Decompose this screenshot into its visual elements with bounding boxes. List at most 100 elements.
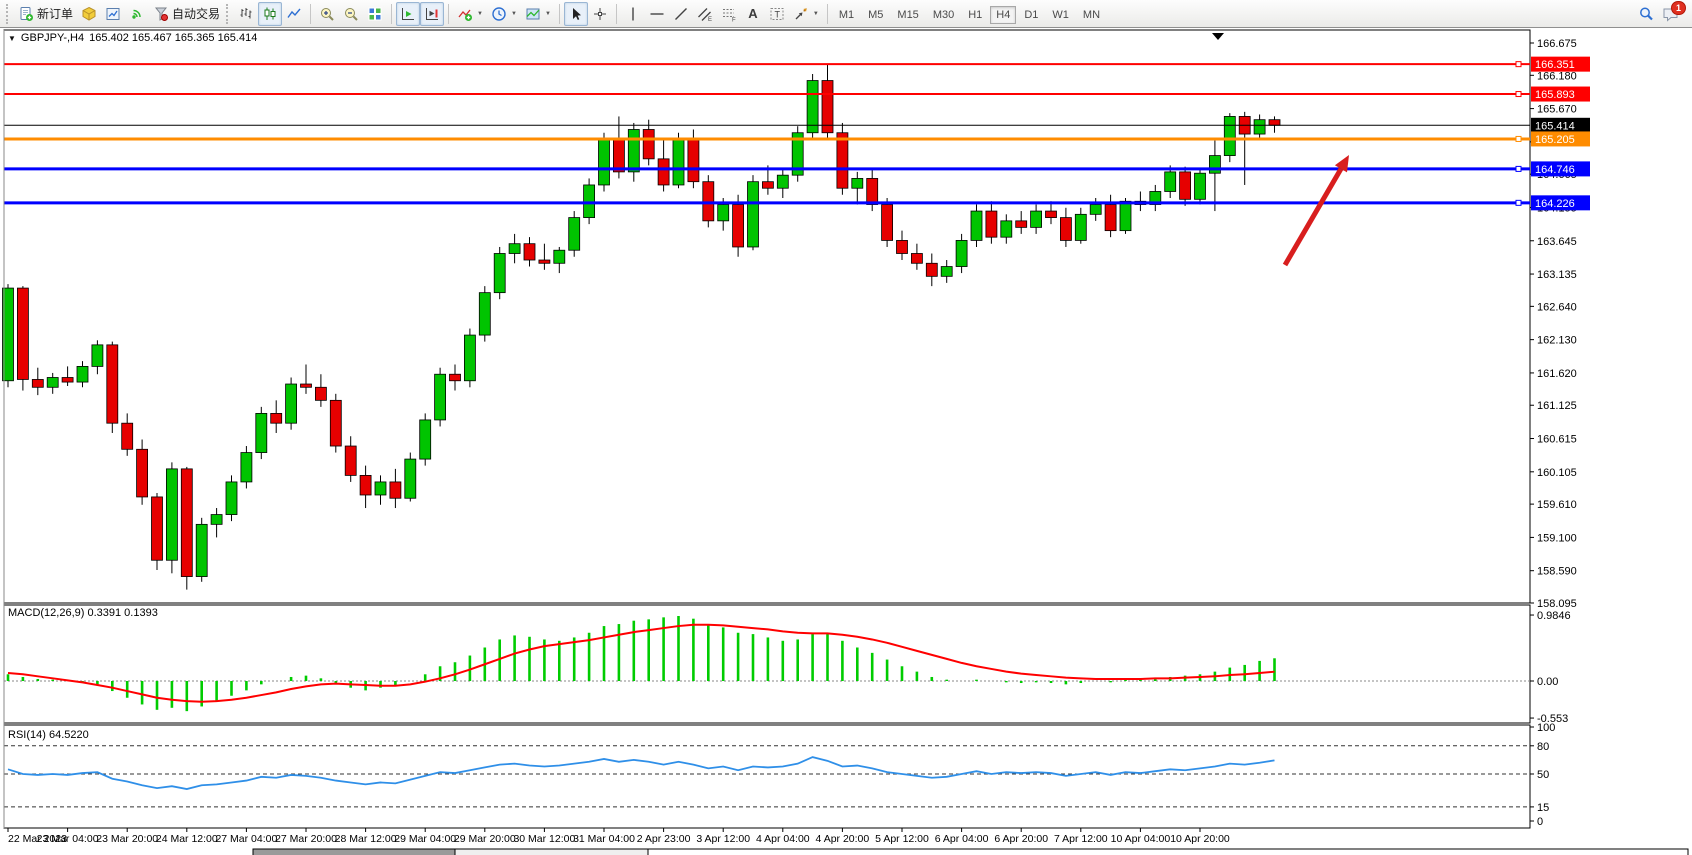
- timeframe-h4-button[interactable]: H4: [990, 6, 1016, 24]
- chart-shift-button[interactable]: [420, 2, 444, 26]
- rsi-indicator-label: RSI(14) 64.5220: [8, 729, 89, 741]
- price-line-badge-label: 164.226: [1535, 198, 1575, 210]
- toolbar-separator: [310, 4, 311, 24]
- line-chart-icon: [286, 6, 302, 22]
- timeframe-m15-button[interactable]: M15: [891, 6, 924, 24]
- zoom-in-button[interactable]: [315, 2, 339, 26]
- new-order-button[interactable]: 新订单: [14, 2, 77, 26]
- price-tick-label: 158.095: [1537, 598, 1577, 610]
- cursor-tool-button[interactable]: [564, 2, 588, 26]
- bar-chart-icon: [238, 6, 254, 22]
- time-axis-label: 30 Mar 12:00: [513, 833, 575, 845]
- time-axis-label: 6 Apr 04:00: [935, 833, 989, 845]
- time-axis-label: 4 Apr 04:00: [756, 833, 810, 845]
- zoom-out-button[interactable]: [339, 2, 363, 26]
- new-order-label: 新订单: [37, 5, 73, 22]
- timeframe-m1-button[interactable]: M1: [833, 6, 860, 24]
- timeframe-d1-button[interactable]: D1: [1018, 6, 1044, 24]
- chart-title-ohlc: 165.402 165.467 165.365 165.414: [89, 32, 257, 44]
- cube-icon: [81, 6, 97, 22]
- line-handle[interactable]: [1516, 92, 1521, 97]
- line-handle[interactable]: [1516, 166, 1521, 171]
- market-watch-button[interactable]: [77, 2, 101, 26]
- time-axis-label: 2 Apr 23:00: [637, 833, 691, 845]
- panel-frame: [4, 30, 1530, 603]
- equidistant-channel-tool-button[interactable]: E: [693, 2, 717, 26]
- timeframe-w1-button[interactable]: W1: [1046, 6, 1075, 24]
- toolbar-separator: [391, 4, 392, 24]
- tile-windows-button[interactable]: [363, 2, 387, 26]
- chevron-down-icon: ▼: [477, 11, 483, 17]
- indicators-button[interactable]: ▼: [453, 2, 487, 26]
- candlestick-chart-type-button[interactable]: [258, 2, 282, 26]
- crosshair-tool-button[interactable]: [588, 2, 612, 26]
- macd-tick-label: 0.9846: [1537, 610, 1571, 622]
- panel-frame: [4, 725, 1530, 828]
- price-tick-label: 163.135: [1537, 269, 1577, 281]
- bar-chart-type-button[interactable]: [234, 2, 258, 26]
- timeframe-m30-button[interactable]: M30: [927, 6, 960, 24]
- auto-trading-button[interactable]: 自动交易: [149, 2, 224, 26]
- auto-trading-label: 自动交易: [172, 5, 220, 22]
- price-tick-label: 166.675: [1537, 38, 1577, 50]
- arrows-tool-button[interactable]: ▼: [789, 2, 823, 26]
- time-axis-label: 27 Mar 04:00: [215, 833, 277, 845]
- signal-icon: [129, 6, 145, 22]
- notifications-button[interactable]: 1: [1662, 6, 1680, 22]
- zoom-in-icon: [319, 6, 335, 22]
- main-toolbar: 新订单 自动交易 ▼ ▼: [0, 0, 1692, 28]
- price-tick-label: 162.640: [1537, 301, 1577, 313]
- chevron-down-icon: ▼: [813, 11, 819, 17]
- bottom-tab[interactable]: [253, 849, 455, 855]
- rsi-tick-label: 50: [1537, 769, 1549, 781]
- vertical-line-tool-button[interactable]: [621, 2, 645, 26]
- collapse-triangle-icon[interactable]: ▼: [8, 34, 16, 43]
- text-label-tool-button[interactable]: T: [765, 2, 789, 26]
- time-axis-label: 4 Apr 20:00: [816, 833, 870, 845]
- toolbar-separator: [448, 4, 449, 24]
- time-axis-label: 10 Apr 20:00: [1170, 833, 1230, 845]
- indicators-icon: [457, 6, 473, 22]
- chart-canvas[interactable]: 166.675166.180165.670165.160164.665164.1…: [0, 28, 1692, 855]
- price-tick-label: 160.615: [1537, 434, 1577, 446]
- timeframe-m5-button[interactable]: M5: [862, 6, 889, 24]
- toolbar-separator: [559, 4, 560, 24]
- bottom-tab[interactable]: [455, 849, 648, 855]
- zoom-out-icon: [343, 6, 359, 22]
- timeframe-group: M1M5M15M30H1H4D1W1MN: [832, 5, 1107, 23]
- history-center-button[interactable]: [101, 2, 125, 26]
- periods-button[interactable]: ▼: [487, 2, 521, 26]
- auto-scroll-button[interactable]: [396, 2, 420, 26]
- text-label-icon: T: [769, 6, 785, 22]
- fibonacci-tool-button[interactable]: F: [717, 2, 741, 26]
- price-tick-label: 160.105: [1537, 467, 1577, 479]
- time-axis-label: 6 Apr 20:00: [994, 833, 1048, 845]
- templates-button[interactable]: ▼: [521, 2, 555, 26]
- tile-windows-icon: [367, 6, 383, 22]
- trendline-tool-button[interactable]: [669, 2, 693, 26]
- candlestick-icon: [262, 6, 278, 22]
- line-chart-type-button[interactable]: [282, 2, 306, 26]
- line-handle[interactable]: [1516, 136, 1521, 141]
- macd-tick-label: 0.00: [1537, 676, 1558, 688]
- chart-shift-icon: [424, 6, 440, 22]
- text-tool-button[interactable]: A: [741, 2, 765, 26]
- time-axis-label: 27 Mar 20:00: [275, 833, 337, 845]
- chevron-down-icon: ▼: [511, 11, 517, 17]
- time-axis-label: 5 Apr 12:00: [875, 833, 929, 845]
- time-axis-label: 29 Mar 20:00: [454, 833, 516, 845]
- toolbar-separator: [616, 4, 617, 24]
- timeframe-h1-button[interactable]: H1: [962, 6, 988, 24]
- line-handle[interactable]: [1516, 62, 1521, 67]
- rsi-tick-label: 80: [1537, 741, 1549, 753]
- toolbar-grip: [6, 4, 12, 24]
- rsi-tick-label: 100: [1537, 722, 1555, 734]
- time-axis-label: 3 Apr 12:00: [696, 833, 750, 845]
- line-handle[interactable]: [1516, 200, 1521, 205]
- search-icon[interactable]: [1638, 6, 1654, 22]
- horizontal-line-tool-button[interactable]: [645, 2, 669, 26]
- timeframe-mn-button[interactable]: MN: [1077, 6, 1106, 24]
- cursor-icon: [568, 6, 584, 22]
- new-order-icon: [18, 6, 34, 22]
- signals-button[interactable]: [125, 2, 149, 26]
